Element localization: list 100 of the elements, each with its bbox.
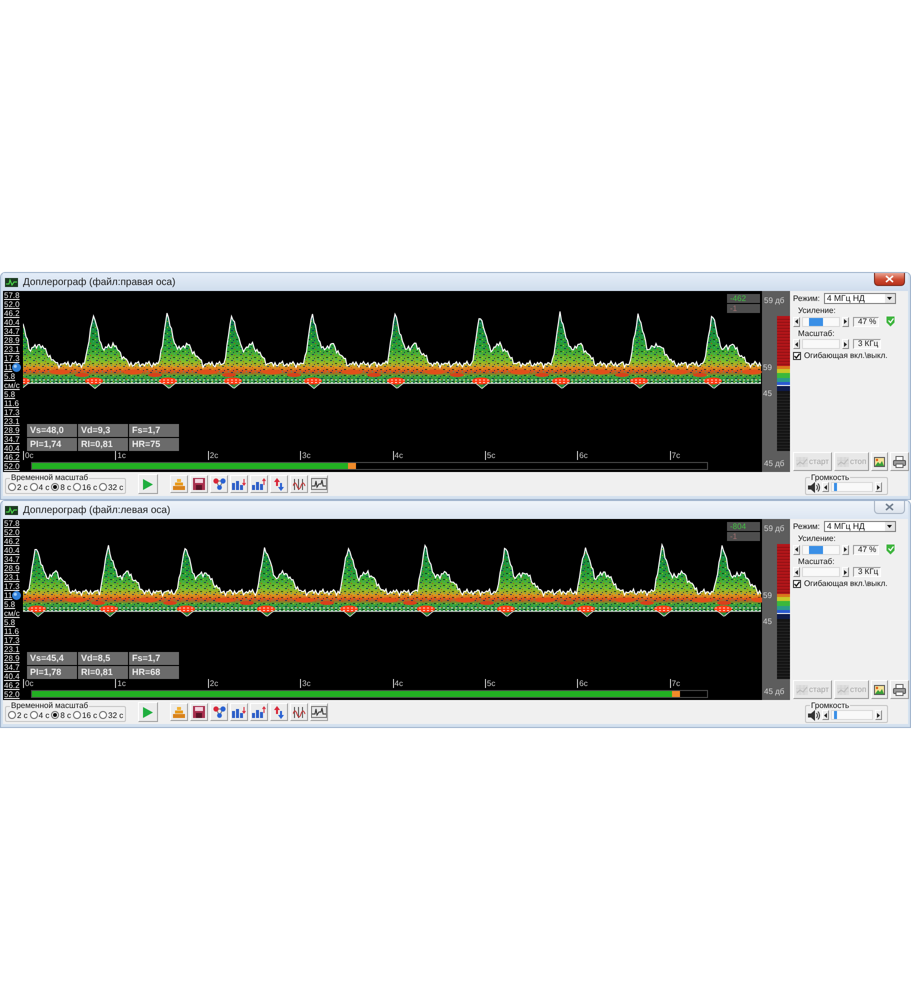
shield-check-icon	[886, 544, 896, 555]
window-title: Доплерограф (файл:левая оса)	[23, 504, 170, 516]
up-down-arrows-icon	[273, 478, 286, 490]
velocity-label: 46.2	[3, 537, 20, 546]
radio-button[interactable]	[8, 483, 16, 491]
scroll-right-button[interactable]	[842, 567, 849, 577]
radio-button[interactable]	[30, 483, 38, 491]
gain-slider-track[interactable]	[802, 544, 840, 554]
scroll-right-button[interactable]	[875, 482, 882, 492]
snapshot-button[interactable]	[871, 680, 888, 699]
toolbar-button[interactable]	[190, 475, 208, 493]
radio-button[interactable]	[99, 711, 108, 719]
radio-button[interactable]	[8, 711, 16, 719]
velocity-label: 5.8	[3, 600, 16, 609]
printer-icon	[893, 456, 906, 468]
print-button[interactable]	[890, 452, 910, 471]
volume-slider-track[interactable]	[831, 710, 873, 720]
scroll-right-button[interactable]	[842, 316, 849, 326]
measurement-readout: RI=0,81	[78, 666, 128, 679]
speaker-icon	[808, 710, 820, 720]
toolbar-button[interactable]	[310, 475, 328, 493]
scale-value-field: 3 КГц	[853, 567, 882, 577]
velocity-label: 28.9	[3, 654, 20, 663]
time-scale-option[interactable]: 16 с	[73, 710, 98, 720]
gain-label: Усиление:	[798, 306, 837, 315]
velocity-label: 11	[3, 363, 12, 372]
mode-dropdown[interactable]: 4 МГц НД	[824, 293, 896, 304]
scale-slider-track[interactable]	[802, 567, 840, 577]
radio-button[interactable]	[73, 483, 82, 491]
scroll-right-button[interactable]	[842, 339, 849, 349]
toolbar-button[interactable]	[250, 703, 268, 721]
scroll-left-button[interactable]	[822, 482, 829, 492]
right-arrow-icon	[844, 570, 847, 574]
db-label: 59	[763, 591, 772, 600]
play-button[interactable]	[138, 474, 158, 494]
scroll-left-button[interactable]	[793, 316, 800, 326]
gain-slider-track[interactable]	[802, 316, 840, 326]
toolbar-button[interactable]	[230, 475, 248, 493]
measurement-readout: Vs=48,0	[27, 424, 77, 437]
scroll-left-button[interactable]	[793, 544, 800, 554]
scroll-right-button[interactable]	[875, 710, 882, 720]
dropdown-arrow-button[interactable]	[884, 522, 895, 531]
radio-button[interactable]	[99, 483, 108, 491]
measurement-readout: Vs=45,4	[27, 652, 77, 665]
time-tick-label: 7с	[670, 451, 680, 460]
window-title: Доплерограф (файл:правая оса)	[23, 276, 176, 288]
velocity-label: 40.4	[3, 672, 20, 681]
time-scale-option[interactable]: 16 с	[73, 482, 98, 492]
toolbar-button[interactable]	[290, 703, 308, 721]
snapshot-button[interactable]	[871, 452, 888, 471]
velocity-label: 52.0	[3, 528, 20, 537]
db-label: 59 дб	[764, 296, 784, 305]
gain-slider-thumb[interactable]	[808, 318, 822, 326]
volume-label: Громкость	[810, 702, 850, 710]
gain-slider-thumb[interactable]	[808, 546, 822, 554]
scroll-left-button[interactable]	[793, 567, 800, 577]
toolbar-button[interactable]	[230, 703, 248, 721]
toolbar-button[interactable]	[250, 475, 268, 493]
time-scale-option[interactable]: 4 с	[30, 482, 50, 492]
toolbar-button[interactable]	[190, 703, 208, 721]
velocity-label: 5.8	[3, 618, 16, 627]
time-scale-option[interactable]: 4 с	[30, 710, 50, 720]
velocity-label: 11.6	[3, 399, 19, 408]
scale-label: Масштаб:	[798, 557, 836, 566]
radio-button[interactable]	[30, 711, 38, 719]
mode-dropdown[interactable]: 4 МГц НД	[824, 521, 896, 532]
measurement-readout: Fs=1,7	[129, 652, 179, 665]
mode-label: Режим:	[793, 294, 820, 303]
time-scale-option[interactable]: 2 с	[8, 482, 28, 492]
scroll-left-button[interactable]	[793, 339, 800, 349]
velocity-label: 52.0	[3, 462, 20, 471]
envelope-checkbox[interactable]	[793, 580, 801, 588]
scroll-left-button[interactable]	[822, 710, 829, 720]
toolbar-button[interactable]	[290, 475, 308, 493]
scroll-right-button[interactable]	[842, 544, 849, 554]
scale-slider-track[interactable]	[802, 339, 840, 349]
dropdown-arrow-button[interactable]	[884, 294, 895, 303]
toolbar-button[interactable]	[310, 703, 328, 721]
time-scale-option[interactable]: 2 с	[8, 710, 28, 720]
volume-slider-thumb[interactable]	[834, 711, 837, 719]
radio-button[interactable]	[51, 711, 60, 719]
radio-button[interactable]	[51, 483, 60, 491]
caret-icon	[887, 297, 892, 300]
radio-button[interactable]	[73, 711, 82, 719]
time-scale-option[interactable]: 32 с	[99, 710, 124, 720]
floppy-icon	[193, 478, 206, 490]
play-button[interactable]	[138, 702, 158, 722]
velocity-label: 34.7	[3, 663, 20, 672]
velocity-label: 23.1	[3, 573, 20, 582]
time-scale-option[interactable]: 8 с	[51, 710, 72, 720]
volume-slider-thumb[interactable]	[834, 483, 837, 491]
counter-readout: -462	[727, 294, 760, 303]
time-scale-option[interactable]: 8 с	[51, 482, 72, 492]
print-button[interactable]	[890, 680, 910, 699]
counter-readout: -1	[727, 304, 760, 313]
velocity-label: 23.1	[3, 345, 20, 354]
close-button[interactable]	[874, 273, 905, 286]
time-scale-option[interactable]: 32 с	[99, 482, 124, 492]
volume-slider-track[interactable]	[831, 482, 873, 492]
envelope-checkbox[interactable]	[793, 352, 801, 360]
